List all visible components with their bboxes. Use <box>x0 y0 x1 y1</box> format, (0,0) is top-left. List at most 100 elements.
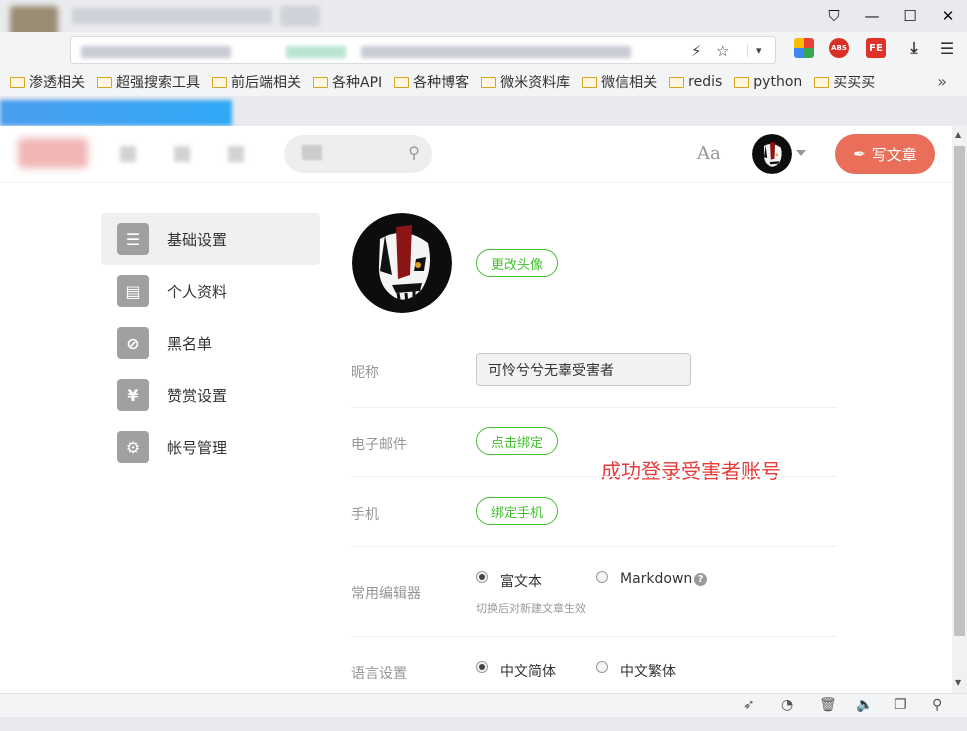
gear-icon: ⚙ <box>117 431 149 463</box>
blurred-active-tab[interactable] <box>0 100 232 126</box>
radio-rich-text[interactable] <box>476 571 488 583</box>
write-article-button[interactable]: ✒ 写文章 <box>835 134 935 174</box>
folder-icon <box>669 76 685 88</box>
bookmark-item[interactable]: 微信相关 <box>582 72 657 92</box>
flash-icon[interactable]: ⚡ <box>691 42 702 60</box>
scroll-down-icon[interactable]: ▼ <box>955 678 961 687</box>
change-avatar-button[interactable]: 更改头像 <box>476 249 558 277</box>
vertical-scrollbar[interactable]: ▲ ▼ <box>952 126 967 693</box>
radio-markdown[interactable] <box>596 571 608 583</box>
nav-icon[interactable] <box>174 146 190 162</box>
bookmark-item[interactable]: 超强搜索工具 <box>97 72 200 92</box>
skin-icon[interactable]: ⛉ <box>815 0 853 32</box>
feather-icon: ✒ <box>853 145 866 163</box>
bookmark-item[interactable]: 买买买 <box>814 72 875 92</box>
folder-icon <box>582 76 598 88</box>
address-bar-row: ⚡ ☆ ▾ ABS FE ⤓ ☰ <box>0 32 967 68</box>
speedometer-icon[interactable]: ◔ <box>781 697 793 713</box>
editor-label: 常用编辑器 <box>351 586 421 602</box>
chevron-down-icon[interactable]: ▾ <box>747 44 762 57</box>
bookmark-item[interactable]: python <box>734 74 802 90</box>
site-logo[interactable] <box>18 138 88 168</box>
user-avatar[interactable] <box>752 134 792 174</box>
trash-icon[interactable]: 🗑 <box>819 697 837 713</box>
red-annotation-text: 成功登录受害者账号 <box>601 459 781 483</box>
folder-icon <box>212 76 227 88</box>
simplified-chinese-option-label[interactable]: 中文简体 <box>500 661 556 681</box>
bell-icon[interactable] <box>228 146 244 162</box>
sidebar-item-basic-settings[interactable]: ☰ 基础设置 <box>101 213 320 265</box>
minimize-icon[interactable]: — <box>853 0 891 32</box>
scroll-up-icon[interactable]: ▲ <box>955 130 961 139</box>
write-article-label: 写文章 <box>871 145 917 164</box>
taskbar-strip <box>0 717 967 731</box>
bookmark-label: redis <box>688 74 723 90</box>
bookmark-item[interactable]: 渗透相关 <box>10 72 85 92</box>
bookmark-label: 微信相关 <box>601 75 658 91</box>
bookmark-label: 前后端相关 <box>231 75 301 91</box>
maximize-icon[interactable]: ☐ <box>891 0 929 32</box>
bookmark-label: 渗透相关 <box>29 75 85 91</box>
nickname-field[interactable]: 可怜兮兮无辜受害者 <box>476 353 691 386</box>
sidebar-item-blacklist[interactable]: ⊘ 黑名单 <box>101 317 320 369</box>
bookmark-item[interactable]: 微米资料库 <box>481 72 570 92</box>
bind-phone-button[interactable]: 绑定手机 <box>476 497 558 525</box>
apps-icon[interactable] <box>794 38 814 58</box>
address-bar[interactable]: ⚡ ☆ ▾ <box>70 36 776 64</box>
bind-email-button[interactable]: 点击绑定 <box>476 427 558 455</box>
bookmark-item[interactable]: 前后端相关 <box>212 72 301 92</box>
radio-simplified-chinese[interactable] <box>476 661 488 673</box>
folder-icon <box>734 76 750 88</box>
traditional-chinese-option-label[interactable]: 中文繁体 <box>620 661 676 681</box>
folder-icon <box>481 76 497 88</box>
rich-text-option-label[interactable]: 富文本 <box>500 571 542 591</box>
sidebar-item-profile[interactable]: ▤ 个人资料 <box>101 265 320 317</box>
blurred-tab-strip <box>72 8 272 24</box>
sidebar-item-reward-settings[interactable]: ¥ 赞赏设置 <box>101 369 320 421</box>
blurred-url <box>81 46 231 58</box>
search-input[interactable]: ▒▒ ⚲ <box>284 135 432 173</box>
radio-traditional-chinese[interactable] <box>596 661 608 673</box>
bookmark-item[interactable]: 各种API <box>313 72 382 92</box>
nickname-label: 昵称 <box>351 365 379 381</box>
bookmark-label: 超强搜索工具 <box>116 75 200 91</box>
bookmark-label: 各种API <box>332 75 383 91</box>
bookmark-label: 买买买 <box>833 75 876 91</box>
star-icon[interactable]: ☆ <box>716 42 729 60</box>
fe-helper-icon[interactable]: FE <box>866 38 886 58</box>
bookmark-label: python <box>753 74 803 90</box>
blurred-url <box>286 46 346 58</box>
blurred-tab-strip <box>280 6 320 26</box>
download-icon[interactable]: ⤓ <box>904 38 924 58</box>
divider <box>351 476 837 477</box>
help-icon[interactable]: ? <box>694 573 707 586</box>
bookmark-item[interactable]: redis <box>669 74 722 90</box>
profile-avatar <box>352 213 452 313</box>
sidebar-item-account-management[interactable]: ⚙ 帐号管理 <box>101 421 320 473</box>
scrollbar-thumb[interactable] <box>954 146 965 636</box>
bookmarks-bar: 渗透相关 超强搜索工具 前后端相关 各种API 各种博客 微米资料库 微信相关 … <box>0 68 967 96</box>
window-controls: ⛉ — ☐ ✕ <box>815 0 967 32</box>
sidebar-item-label: 个人资料 <box>167 282 228 301</box>
divider <box>351 546 837 547</box>
sidebar-item-label: 帐号管理 <box>167 438 228 457</box>
bookmarks-more-icon[interactable]: » <box>937 72 947 91</box>
folder-icon <box>97 76 112 88</box>
browser-status-bar: ➶ ◔ 🗑 🔈 ❐ ⚲ <box>0 693 967 717</box>
window-icon[interactable]: ❐ <box>894 697 907 713</box>
bookmark-label: 各种博客 <box>413 75 470 91</box>
rocket-icon[interactable]: ➶ <box>743 697 755 713</box>
search-icon[interactable]: ⚲ <box>408 143 420 162</box>
speaker-icon[interactable]: 🔈 <box>856 697 873 713</box>
adblock-icon[interactable]: ABS <box>829 38 849 58</box>
language-label: 语言设置 <box>351 666 407 682</box>
zoom-icon[interactable]: ⚲ <box>932 697 942 713</box>
menu-icon[interactable]: ☰ <box>937 38 957 58</box>
font-settings-button[interactable]: Aa <box>697 143 721 164</box>
phone-label: 手机 <box>351 507 379 523</box>
nav-icon[interactable] <box>120 146 136 162</box>
markdown-option-label[interactable]: Markdown <box>620 571 692 587</box>
close-icon[interactable]: ✕ <box>929 0 967 32</box>
chevron-down-icon[interactable] <box>796 150 806 156</box>
bookmark-item[interactable]: 各种博客 <box>394 72 469 92</box>
